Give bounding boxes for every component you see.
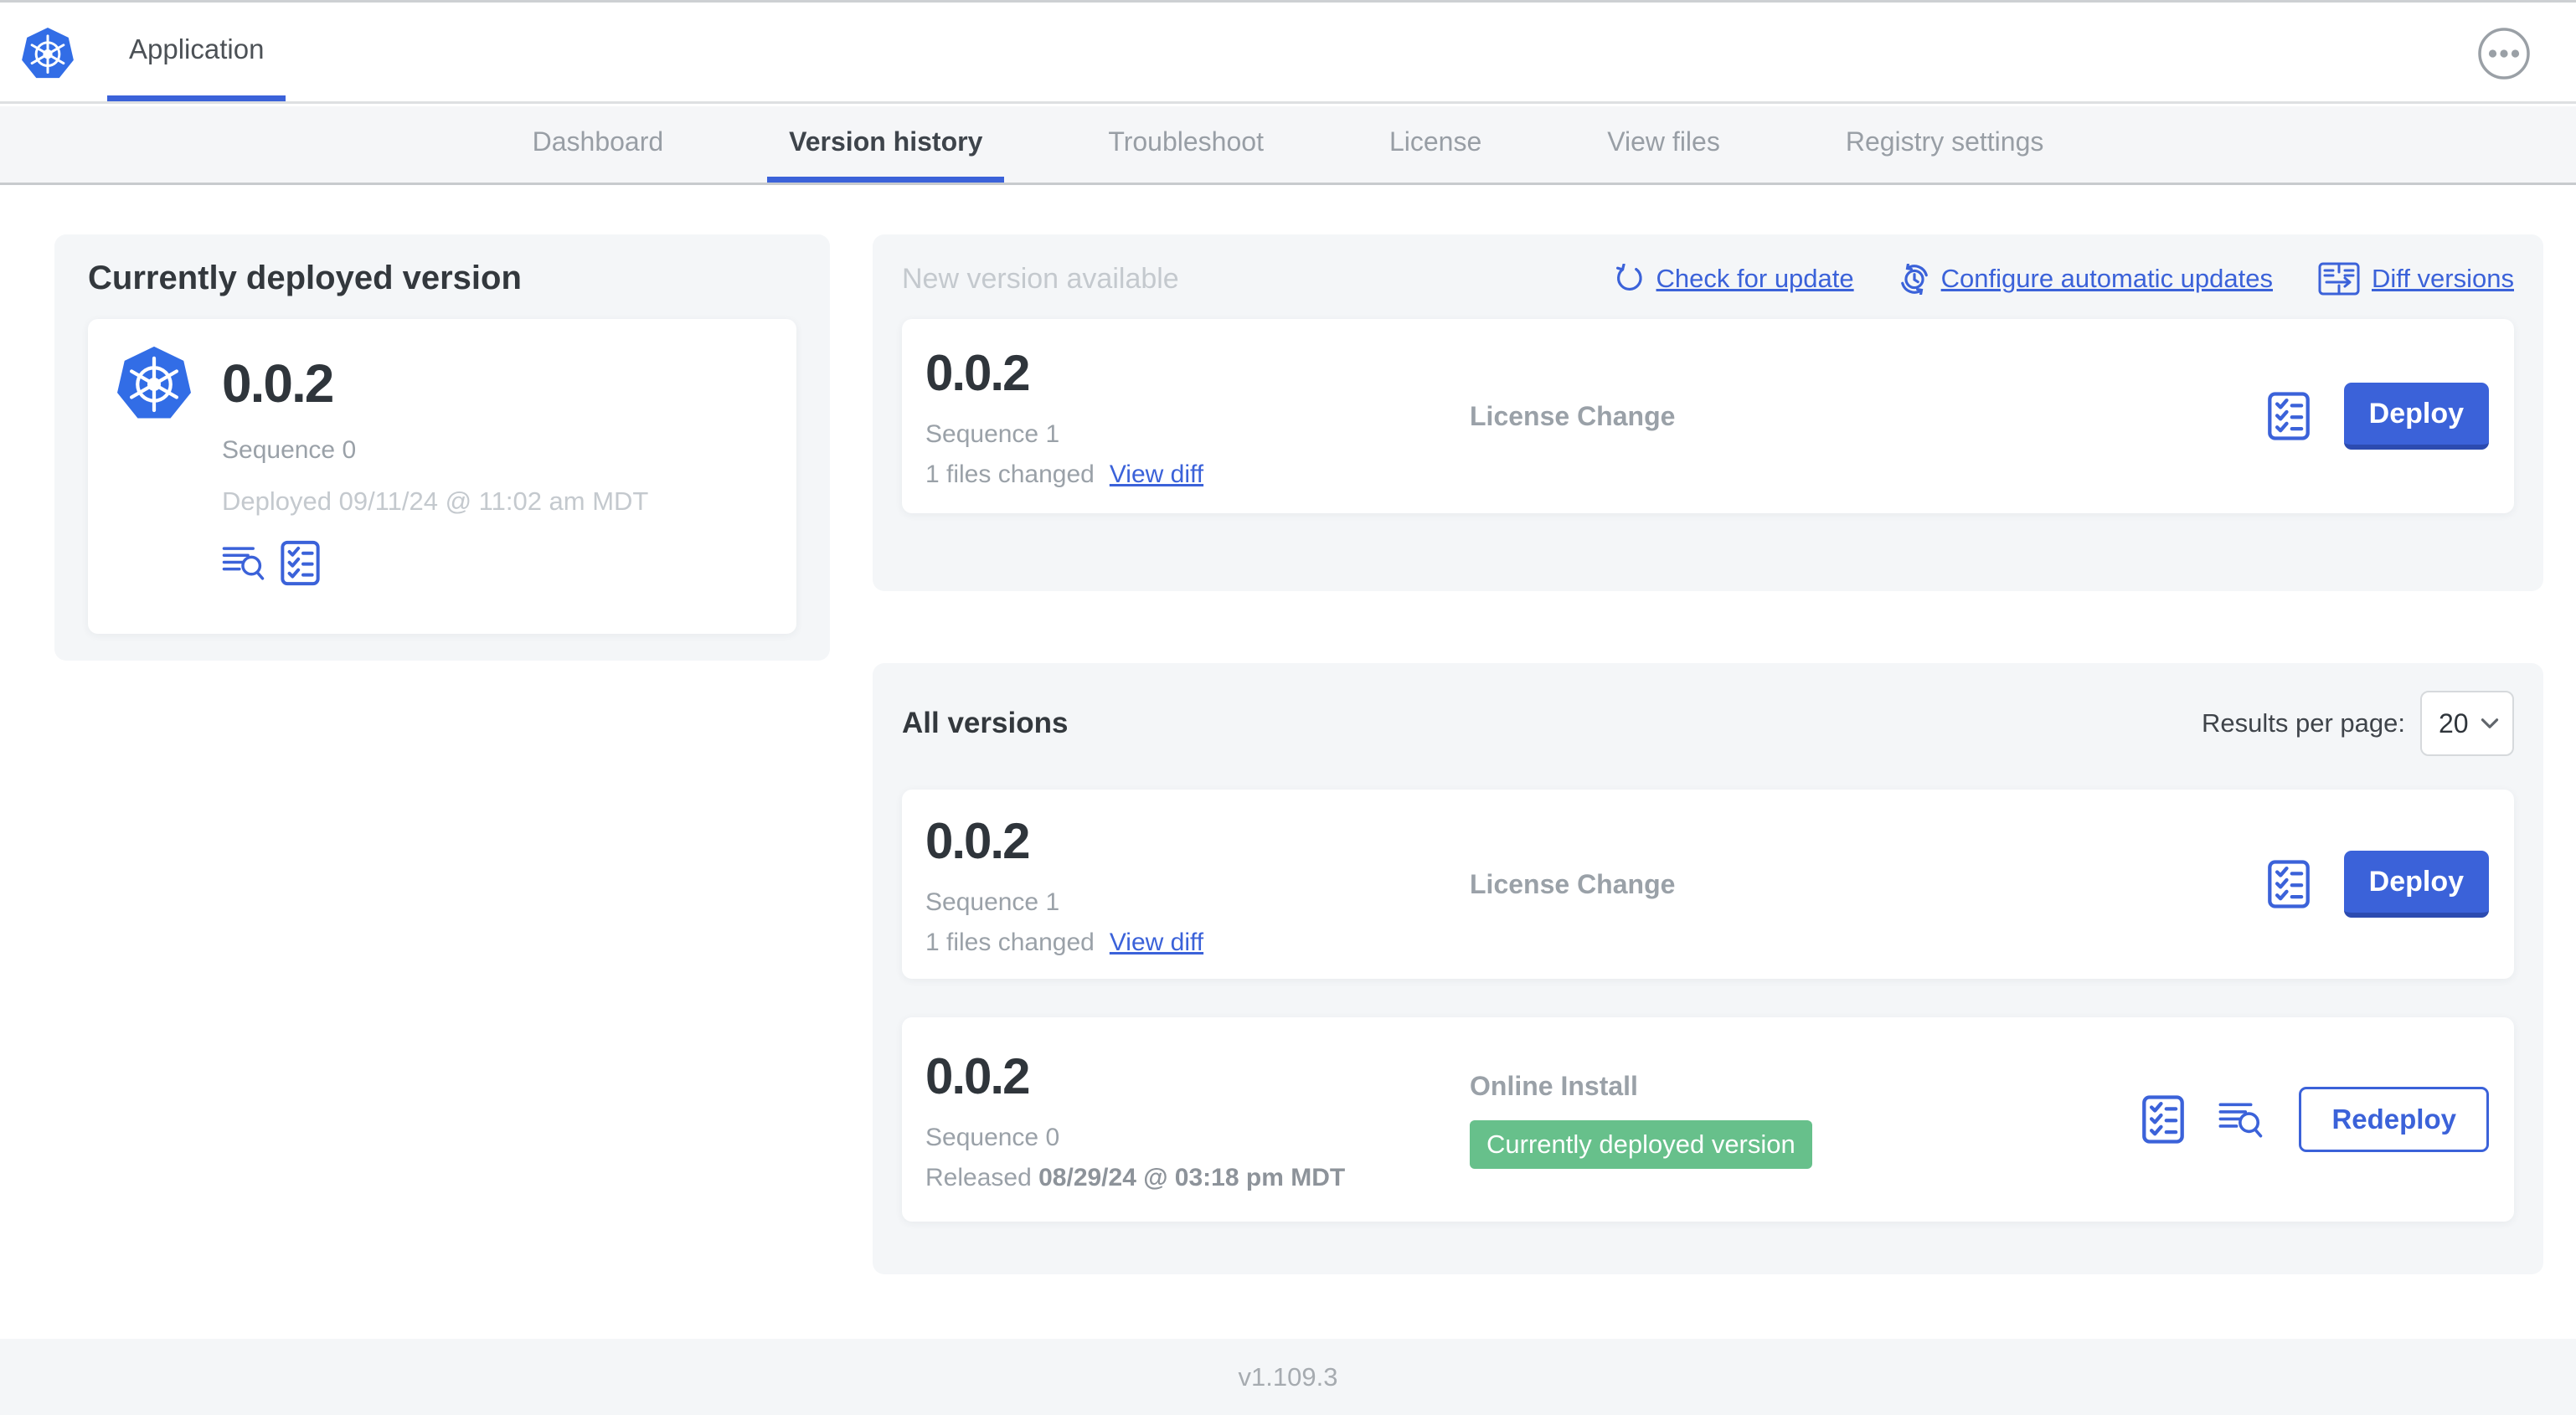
version-sequence: Sequence 0 (925, 1123, 1060, 1151)
all-versions-title: All versions (902, 707, 1069, 739)
tab-troubleshoot[interactable]: Troubleshoot (1086, 106, 1285, 183)
deployed-timestamp: Deployed 09/11/24 @ 11:02 am MDT (222, 486, 649, 516)
currently-deployed-version-card: 0.0.2 Sequence 0 Deployed 09/11/24 @ 11:… (88, 319, 796, 634)
tab-view-files[interactable]: View files (1585, 106, 1742, 183)
preflight-checklist-icon (2267, 860, 2311, 908)
tab-registry-settings[interactable]: Registry settings (1824, 106, 2066, 183)
overflow-menu-button[interactable] (2477, 27, 2531, 80)
view-logs-button[interactable] (2218, 1100, 2265, 1140)
chevron-down-icon (2481, 718, 2499, 729)
deploy-button[interactable]: Deploy (2343, 383, 2489, 450)
app-subnav: Dashboard Version history Troubleshoot L… (0, 106, 2576, 185)
check-for-update-link[interactable]: Check for update (1615, 264, 1854, 294)
diff-icon (2318, 262, 2360, 296)
new-version-title: New version available (902, 262, 1179, 295)
version-source: License Change (1470, 400, 1676, 431)
released-timestamp: 08/29/24 @ 03:18 pm MDT (1038, 1163, 1346, 1191)
app-footer: v1.109.3 (0, 1339, 2576, 1415)
check-for-update-label[interactable]: Check for update (1656, 264, 1854, 294)
deployed-sequence: Sequence 0 (222, 436, 357, 464)
diff-versions-link[interactable]: Diff versions (2318, 262, 2514, 296)
results-per-page-select[interactable]: 20 (2420, 691, 2514, 756)
version-sequence: Sequence 1 (925, 419, 1060, 448)
currently-deployed-card: Currently deployed version 0.0.2 Sequenc… (54, 234, 830, 661)
app-header: Application (0, 0, 2576, 104)
diff-versions-label[interactable]: Diff versions (2372, 264, 2514, 294)
refresh-icon (1615, 264, 1645, 294)
version-source: License Change (1470, 868, 1676, 899)
tab-dashboard[interactable]: Dashboard (511, 106, 686, 183)
preflight-checks-button[interactable] (2141, 1095, 2185, 1144)
version-number: 0.0.2 (925, 812, 1030, 869)
configure-automatic-updates-link[interactable]: Configure automatic updates (1899, 263, 2273, 295)
files-changed: 1 files changed (925, 460, 1095, 488)
ellipsis-icon (2477, 27, 2531, 80)
preflight-checks-button[interactable] (281, 540, 320, 586)
results-per-page-label: Results per page: (2202, 708, 2405, 738)
logs-icon (222, 544, 267, 582)
new-version-row: 0.0.2 Sequence 1 1 files changed View di… (902, 319, 2514, 513)
logs-icon (2218, 1100, 2265, 1140)
currently-deployed-title: Currently deployed version (88, 260, 522, 296)
results-per-page-value: 20 (2439, 708, 2469, 738)
version-sequence: Sequence 1 (925, 888, 1060, 916)
deployed-version-number: 0.0.2 (222, 353, 334, 414)
app-title: Application (129, 33, 265, 64)
released-prefix: Released (925, 1163, 1032, 1191)
version-row: 0.0.2 Sequence 0 Released 08/29/24 @ 03:… (902, 1017, 2514, 1222)
view-diff-link[interactable]: View diff (1110, 461, 1203, 489)
kubernetes-logo (115, 344, 193, 423)
tab-license[interactable]: License (1368, 106, 1503, 183)
version-number: 0.0.2 (925, 344, 1030, 401)
files-changed: 1 files changed (925, 928, 1095, 956)
preflight-checklist-icon (281, 540, 320, 586)
deploy-button[interactable]: Deploy (2343, 851, 2489, 918)
configure-automatic-updates-label[interactable]: Configure automatic updates (1941, 264, 2273, 294)
kubernetes-logo (20, 26, 75, 81)
preflight-checks-button[interactable] (2267, 392, 2311, 440)
tab-version-history[interactable]: Version history (767, 106, 1005, 183)
all-versions-panel: All versions Results per page: 20 0.0.2 … (873, 663, 2543, 1274)
new-version-panel: New version available Check for update C… (873, 234, 2543, 591)
version-source: Online Install (1470, 1070, 1638, 1101)
app-tab-application[interactable]: Application (107, 3, 286, 101)
view-logs-button[interactable] (222, 544, 267, 582)
version-number: 0.0.2 (925, 1047, 1030, 1104)
redeploy-button[interactable]: Redeploy (2299, 1087, 2489, 1152)
currently-deployed-badge: Currently deployed version (1470, 1119, 1812, 1169)
preflight-checklist-icon (2141, 1095, 2185, 1144)
console-version: v1.109.3 (1238, 1361, 1338, 1392)
schedule-update-icon (1899, 263, 1929, 295)
preflight-checklist-icon (2267, 392, 2311, 440)
view-diff-link[interactable]: View diff (1110, 929, 1203, 957)
preflight-checks-button[interactable] (2267, 860, 2311, 908)
version-row: 0.0.2 Sequence 1 1 files changed View di… (902, 790, 2514, 979)
